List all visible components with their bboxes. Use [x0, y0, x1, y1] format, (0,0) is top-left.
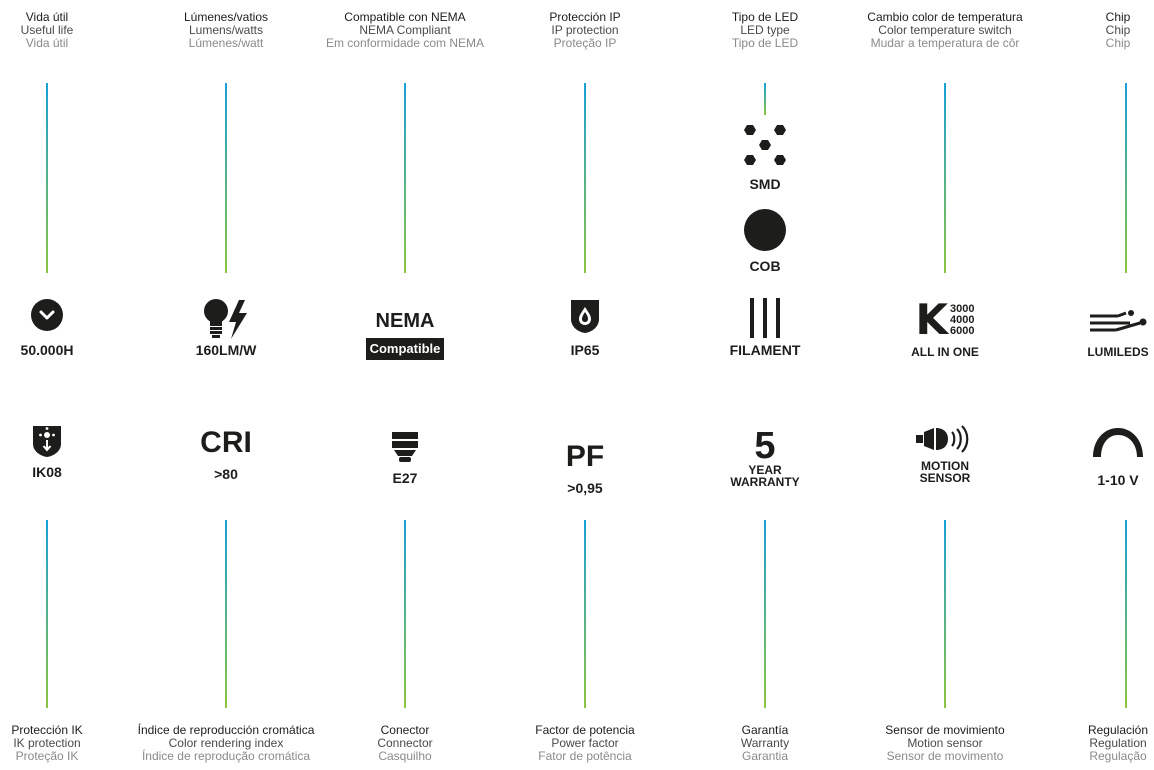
feature-lumens: 160LM/W — [136, 284, 316, 358]
feature-connector: E27 — [315, 424, 495, 498]
caption-regulation: Regulación Regulation Regulação — [1048, 724, 1154, 763]
e27-socket-icon — [390, 424, 420, 470]
nema-title: NEMA — [375, 310, 435, 332]
feature-value: ALL IN ONE — [911, 345, 979, 359]
connector-line — [1125, 83, 1127, 273]
caption-pt: Regulação — [1089, 749, 1147, 763]
pf-text-icon: PF — [565, 440, 605, 473]
smd-hexagons-icon — [740, 124, 790, 168]
feature-value: IP65 — [570, 342, 600, 358]
connector-line — [944, 83, 946, 273]
feature-nema: NEMA Compatible — [315, 300, 495, 360]
connector-line — [584, 520, 586, 708]
nema-compatible-badge: Compatible — [365, 338, 445, 360]
caption-pt: Chip — [1105, 36, 1131, 50]
warranty-years: 5 — [754, 425, 776, 467]
led-type-value: SMD — [749, 176, 781, 192]
feature-regulation: 1-10 V — [1082, 424, 1154, 498]
feature-value: LUMILEDS — [1087, 345, 1149, 359]
clock-icon — [30, 298, 64, 332]
connector-line — [584, 83, 586, 273]
feature-value: >0,95 — [567, 480, 603, 496]
caption-pt: Mudar a temperatura de côr — [870, 36, 1020, 50]
connector-line — [764, 83, 766, 115]
feature-motion-sensor: MOTION SENSOR — [855, 424, 1035, 498]
feature-ip: IP65 — [495, 284, 675, 358]
sensor-label: SENSOR — [919, 471, 971, 485]
dimmer-arc-icon — [1090, 424, 1146, 458]
feature-value: 50.000H — [20, 342, 74, 358]
cob-circle-icon — [743, 208, 787, 252]
connector-line — [225, 520, 227, 708]
led-type-value: COB — [749, 258, 781, 274]
caption-color-temp: Cambio color de temperatura Color temper… — [825, 11, 1065, 50]
temp-value: 3000 — [950, 302, 975, 315]
caption-pt: Sensor de movimento — [886, 749, 1004, 763]
feature-filament: FILAMENT — [675, 284, 855, 358]
connector-line — [944, 520, 946, 708]
feature-value: 160LM/W — [195, 342, 257, 358]
connector-line — [764, 520, 766, 708]
feature-ik: IK08 — [0, 424, 137, 498]
caption-chip: Chip Chip Chip — [1048, 11, 1154, 50]
connector-line — [46, 83, 48, 273]
connector-line — [1125, 520, 1127, 708]
connector-line — [404, 83, 406, 273]
connector-line — [404, 520, 406, 708]
motion-sensor-icon — [912, 424, 978, 454]
feature-warranty: 5 YEAR WARRANTY — [675, 424, 855, 498]
temp-value: 4000 — [950, 313, 975, 326]
feature-value: IK08 — [32, 464, 62, 480]
filament-lines-icon — [745, 296, 785, 340]
feature-useful-life: 50.000H — [0, 284, 137, 358]
feature-color-temp: K 3000 4000 6000 ALL IN ONE — [855, 292, 1035, 359]
feature-value: >80 — [214, 466, 238, 482]
feature-pf: PF >0,95 — [495, 424, 675, 498]
caption-es: Chip — [1105, 10, 1131, 24]
kelvin-icon: K 3000 4000 6000 — [915, 295, 975, 344]
kelvin-letter: K — [915, 295, 949, 344]
cri-text-icon: CRI — [200, 426, 252, 459]
warranty-label: WARRANTY — [730, 475, 800, 489]
feature-value: FILAMENT — [729, 342, 801, 358]
feature-value: E27 — [392, 470, 418, 486]
led-type-cob: COB — [725, 208, 805, 274]
feature-chip: LUMILEDS — [1082, 284, 1154, 358]
caption-motion-sensor: Sensor de movimiento Motion sensor Senso… — [825, 724, 1065, 763]
connector-line — [46, 520, 48, 708]
bulb-lightning-icon — [201, 298, 251, 340]
feature-cri: CRI >80 — [136, 424, 316, 498]
temp-value: 6000 — [950, 324, 975, 337]
impact-shield-icon — [32, 424, 62, 458]
feature-value: 1-10 V — [1097, 472, 1139, 488]
caption-en: Chip — [1105, 23, 1131, 37]
chip-circuit-icon — [1088, 310, 1148, 336]
water-drop-shield-icon — [570, 298, 600, 334]
led-type-smd: SMD — [725, 124, 805, 192]
connector-line — [225, 83, 227, 273]
